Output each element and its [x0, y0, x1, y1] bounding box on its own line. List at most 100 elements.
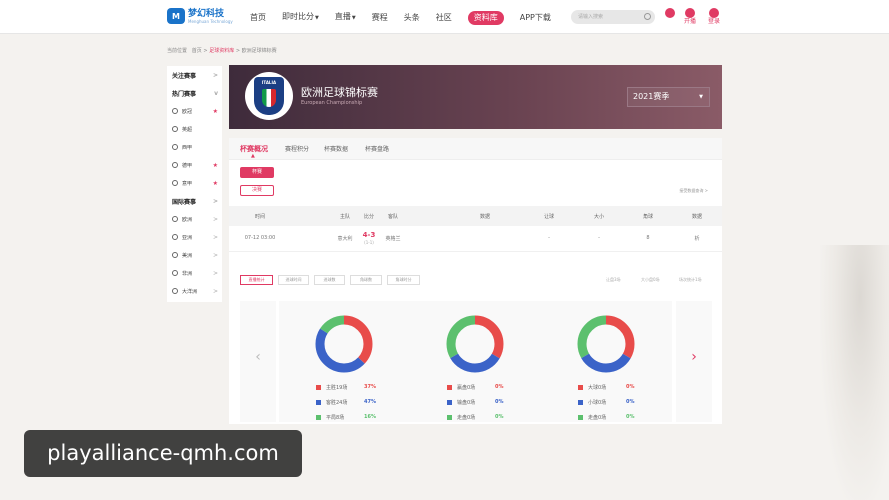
sidebar-item-10[interactable]: 美洲 > [167, 246, 222, 264]
match-score[interactable]: 4-3 [363, 231, 376, 239]
league-icon [172, 270, 178, 276]
legend-label: 走盘0场 [457, 415, 476, 421]
donut-chart-2 [577, 315, 635, 373]
stat-link-matches[interactable]: 场次统计1场 [679, 277, 702, 283]
nav-item-2[interactable]: 直播▼ [335, 10, 356, 25]
chart-legend-0: 主胜19场 37% 客胜24场 47% 平局8场 16% [316, 384, 396, 429]
league-icon [172, 108, 178, 114]
team-emblem: ITALIA [245, 72, 293, 120]
sidebar-item-12[interactable]: 大洋洲 > [167, 282, 222, 300]
breadcrumb-prefix: 当前位置 [167, 48, 188, 54]
sidebar-item-4[interactable]: 西甲 [167, 138, 222, 156]
legend-label: 走盘0场 [588, 415, 607, 421]
chevron-left-icon[interactable]: ‹ [240, 349, 276, 365]
star-icon[interactable]: ★ [213, 162, 218, 169]
legend-item: 大球0场 0% [578, 384, 658, 399]
stat-filter-0[interactable]: 直播统计 [240, 275, 273, 285]
legend-label: 平局8场 [326, 415, 345, 421]
star-icon[interactable]: ★ [213, 180, 218, 187]
stat-filter-3[interactable]: 角球数 [350, 275, 382, 285]
stage-button-final[interactable]: 决赛 [240, 185, 274, 196]
tab-1[interactable]: 赛程积分 [285, 144, 309, 153]
nav-item-7[interactable]: APP下载 [520, 11, 551, 25]
nav-item-3[interactable]: 赛程 [372, 11, 388, 25]
legend-percent: 0% [626, 384, 635, 390]
nav-item-5[interactable]: 社区 [436, 11, 452, 25]
sidebar-item-9[interactable]: 亚洲 > [167, 228, 222, 246]
sidebar-item-1[interactable]: 热门赛事 v [167, 84, 222, 102]
sidebar-item-label: 德甲 [182, 162, 193, 169]
publish-button[interactable]: 开播 [683, 8, 697, 26]
breadcrumb-home[interactable]: 首页 [192, 48, 202, 54]
nav-item-1[interactable]: 即时比分▼ [282, 10, 319, 25]
star-icon[interactable]: ★ [213, 108, 218, 115]
legend-swatch [316, 385, 321, 390]
login-button[interactable]: 登录 [707, 8, 721, 26]
legend-percent: 16% [364, 414, 376, 420]
chevron-right-icon: > [212, 251, 218, 259]
legend-swatch [316, 400, 321, 405]
legend-item: 走盘0场 0% [447, 414, 527, 429]
emblem-text: ITALIA [261, 80, 277, 85]
search-input[interactable]: 请输入搜索 [571, 10, 655, 24]
legend-label: 客胜24场 [326, 400, 348, 406]
stats-chart-area: 主胜19场 37% 客胜24场 47% 平局8场 16% 赢盘0场 0% 输盘0场 0% 走盘0场 0… [279, 301, 672, 422]
nav-item-label: 赛程 [371, 12, 388, 22]
season-select[interactable]: 2021赛季 ▼ [627, 87, 710, 107]
top-navbar: M 梦幻科技 Menghuan Technology 首页 即时比分▼ 直播▼ 赛程 头… [0, 0, 889, 34]
match-time: 07-12 03:00 [244, 235, 276, 241]
nav-item-6[interactable]: 资料库 [467, 10, 504, 25]
stat-filter-4[interactable]: 角球时分 [387, 275, 420, 285]
chevron-right-icon[interactable]: › [676, 349, 712, 365]
home-team[interactable]: 意大利 [337, 235, 352, 242]
stat-link-handicap[interactable]: 让盘3场 [606, 277, 621, 283]
stage-button-cup[interactable]: 杯赛 [240, 167, 274, 178]
legend-percent: 0% [495, 414, 504, 420]
sidebar-item-label: 非洲 [182, 270, 193, 277]
sidebar-item-label: 大洋洲 [182, 288, 198, 295]
nav-item-label: 社区 [435, 12, 452, 22]
sidebar-item-3[interactable]: 英超 [167, 120, 222, 138]
league-icon [172, 180, 178, 186]
nav-item-4[interactable]: 头条 [404, 11, 420, 25]
legend-swatch [447, 415, 452, 420]
stat-filter-2[interactable]: 进球数 [314, 275, 345, 285]
nav-item-0[interactable]: 首页 [250, 11, 266, 25]
data-query-link[interactable]: 接受数据查询 > [679, 188, 708, 194]
table-row[interactable]: 07-12 03:00 意大利 4-3 (1-1) 英格兰 - - 8 析 [229, 226, 722, 252]
refresh-button[interactable] [663, 8, 677, 18]
sidebar-item-8[interactable]: 欧洲 > [167, 210, 222, 228]
chevron-right-icon: > [212, 287, 218, 295]
site-logo[interactable]: M 梦幻科技 Menghuan Technology [167, 8, 233, 24]
carousel-prev-area: ‹ [240, 301, 276, 422]
column-header: 客队 [387, 214, 399, 220]
legend-label: 输盘0场 [457, 400, 476, 406]
sidebar-item-0[interactable]: 关注赛事 > [167, 66, 222, 84]
nav-item-label: APP下载 [519, 12, 551, 22]
league-sidebar: 关注赛事 > 热门赛事 v 欧冠 ★ 英超 西甲 德甲 ★ 意甲 ★ 国际赛事 > 欧洲 > 亚洲 > 美洲 > 非洲 >… [167, 66, 222, 302]
league-icon [172, 288, 178, 294]
tab-2[interactable]: 杯赛数据 [324, 144, 348, 153]
stat-filter-1[interactable]: 进球时间 [278, 275, 309, 285]
logo-icon: M [167, 8, 185, 24]
sidebar-item-2[interactable]: 欧冠 ★ [167, 102, 222, 120]
breadcrumb-section[interactable]: 足球资料库 [209, 48, 234, 54]
tab-3[interactable]: 杯赛盘路 [365, 144, 389, 153]
search-icon[interactable] [644, 13, 651, 20]
tricolor-flag-icon [262, 89, 276, 107]
sidebar-item-7[interactable]: 国际赛事 > [167, 192, 222, 210]
sidebar-item-5[interactable]: 德甲 ★ [167, 156, 222, 174]
away-team[interactable]: 英格兰 [385, 235, 400, 242]
sidebar-item-label: 热门赛事 [172, 90, 197, 98]
analysis-link[interactable]: 析 [694, 235, 699, 242]
chevron-down-icon: v [214, 89, 218, 97]
handicap-value: - [548, 235, 550, 241]
legend-percent: 47% [364, 399, 376, 405]
stat-link-overunder[interactable]: 大小盘0场 [641, 277, 660, 283]
breadcrumb-current: 欧洲足球锦标赛 [241, 48, 277, 54]
sidebar-item-6[interactable]: 意甲 ★ [167, 174, 222, 192]
tab-0[interactable]: 杯赛概况 [240, 144, 268, 154]
broadcast-icon [685, 8, 695, 18]
sidebar-item-11[interactable]: 非洲 > [167, 264, 222, 282]
legend-percent: 0% [495, 384, 504, 390]
